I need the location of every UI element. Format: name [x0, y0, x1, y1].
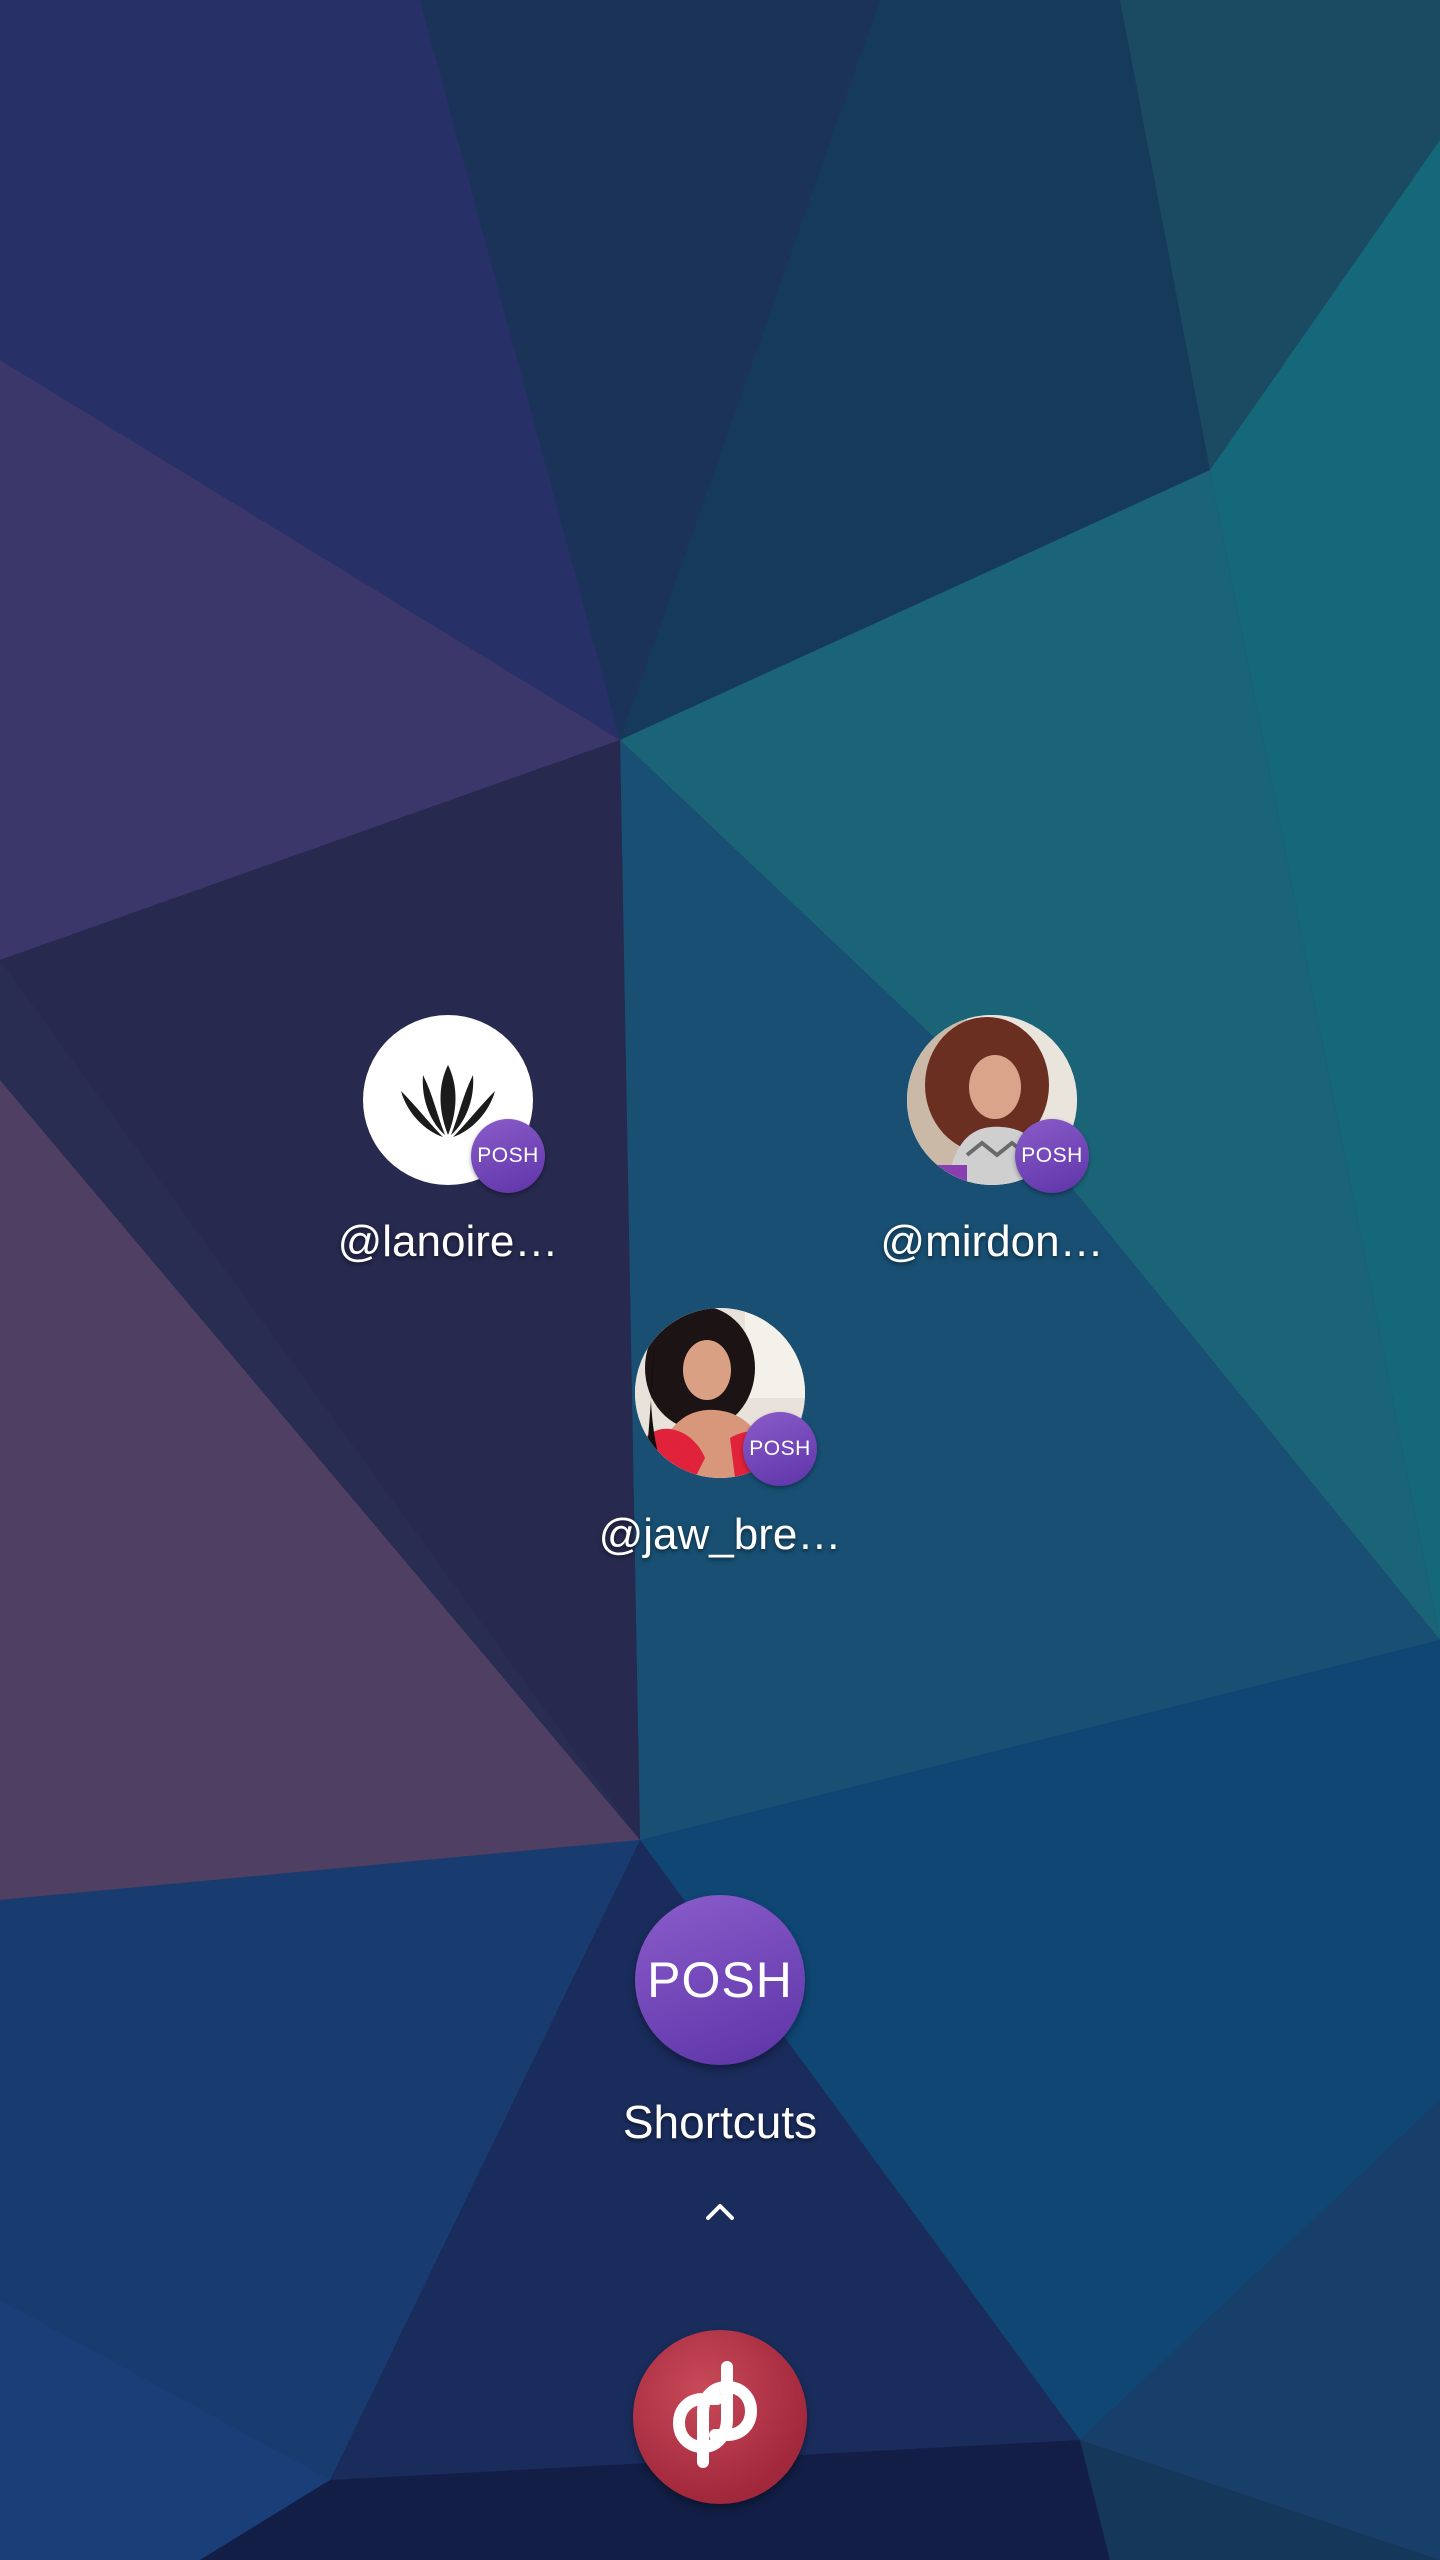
home-screen: POSH @lanoire… POSH @mirdon… POSH @jaw_b… [0, 0, 1440, 2560]
avatar-wrap: POSH [907, 1015, 1089, 1193]
avatar-wrap: POSH [363, 1015, 545, 1193]
shortcuts-folder[interactable]: POSH Shortcuts [570, 1895, 870, 2149]
poshmark-app-icon[interactable] [633, 2330, 807, 2504]
shortcut-label: @jaw_bre… [598, 1510, 842, 1559]
shortcut-mirdon[interactable]: POSH @mirdon… [842, 1015, 1142, 1267]
posh-badge: POSH [743, 1412, 817, 1486]
avatar-wrap: POSH [635, 1308, 817, 1486]
shortcut-lanoire[interactable]: POSH @lanoire… [298, 1015, 598, 1267]
poshmark-logo-icon [672, 2361, 758, 2468]
shortcut-jaw-bre[interactable]: POSH @jaw_bre… [570, 1308, 870, 1560]
shortcut-label: @mirdon… [880, 1217, 1104, 1266]
wallpaper [0, 0, 1440, 2560]
chevron-up-icon[interactable] [700, 2196, 740, 2226]
posh-folder-button[interactable]: POSH [635, 1895, 805, 2065]
folder-label: Shortcuts [622, 2096, 818, 2148]
posh-badge: POSH [471, 1119, 545, 1193]
posh-badge: POSH [1015, 1119, 1089, 1193]
shortcut-label: @lanoire… [337, 1217, 559, 1266]
